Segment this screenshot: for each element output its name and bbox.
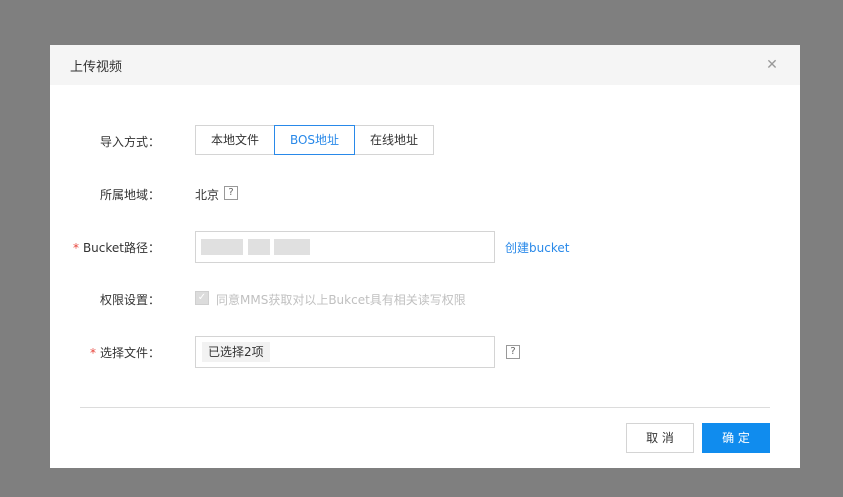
- permission-label: 权限设置：: [99, 293, 160, 307]
- redacted-block: [248, 239, 270, 255]
- create-bucket-link[interactable]: 创建bucket: [505, 239, 569, 256]
- bucket-path-label: * Bucket路径：: [50, 239, 160, 256]
- option-bos-address[interactable]: BOS地址: [274, 125, 355, 155]
- region-value: 北京: [195, 188, 220, 202]
- permission-checkbox-label: 同意MMS获取对以上Bukcet具有相关读写权限: [216, 293, 466, 307]
- close-icon[interactable]: ✕: [764, 57, 780, 73]
- option-online-address[interactable]: 在线地址: [354, 125, 434, 155]
- selected-files-tag: 已选择2项: [202, 342, 270, 362]
- redacted-block: [274, 239, 310, 255]
- upload-video-dialog: 上传视频 ✕ 导入方式： 本地文件 BOS地址 在线地址 所属地域： 北京 ? …: [50, 45, 800, 468]
- dialog-title: 上传视频: [70, 60, 123, 75]
- option-local-file[interactable]: 本地文件: [195, 125, 275, 155]
- select-file-label: * 选择文件：: [50, 344, 160, 361]
- region-help-icon[interactable]: ?: [224, 186, 238, 200]
- select-file-input[interactable]: 已选择2项: [195, 336, 495, 368]
- import-method-label: 导入方式：: [99, 135, 160, 149]
- bucket-path-label-text: Bucket路径：: [82, 241, 160, 255]
- bucket-path-input[interactable]: [195, 231, 495, 263]
- import-method-segmented: 本地文件 BOS地址 在线地址: [195, 125, 434, 155]
- footer-divider: [80, 407, 770, 408]
- region-label: 所属地域：: [99, 188, 160, 202]
- dialog-header: 上传视频 ✕: [50, 45, 800, 85]
- permission-checkbox[interactable]: ✓: [195, 291, 209, 305]
- cancel-button[interactable]: 取 消: [626, 423, 694, 453]
- select-file-help-icon[interactable]: ?: [506, 345, 520, 359]
- select-file-label-text: 选择文件：: [99, 346, 160, 360]
- redacted-block: [201, 239, 243, 255]
- confirm-button[interactable]: 确 定: [702, 423, 770, 453]
- required-mark: *: [72, 241, 79, 255]
- required-mark: *: [89, 346, 96, 360]
